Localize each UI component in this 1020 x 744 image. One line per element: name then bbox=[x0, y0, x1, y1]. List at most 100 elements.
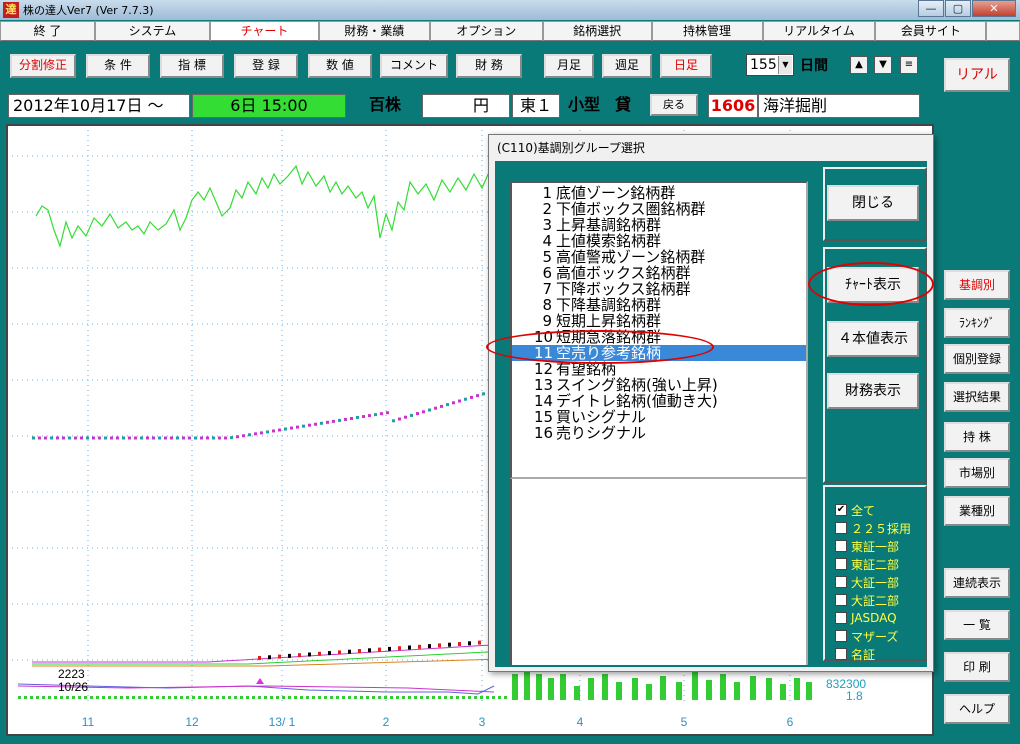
trend-group-button[interactable]: 基調別 bbox=[944, 270, 1010, 300]
menu-system[interactable]: システム bbox=[95, 21, 210, 41]
menu-finance[interactable]: 財務・業績 bbox=[318, 21, 430, 41]
volume-bar bbox=[288, 696, 291, 699]
moving-average-dot bbox=[44, 436, 47, 440]
ranking-button[interactable]: ﾗﾝｷﾝｸﾞ bbox=[944, 308, 1010, 338]
group-list-item[interactable]: 12 有望銘柄 bbox=[512, 361, 806, 377]
list-view-button[interactable]: 一 覧 bbox=[944, 610, 1010, 640]
scroll-up-button[interactable]: ▲ bbox=[850, 56, 868, 74]
minimize-button[interactable]: — bbox=[918, 0, 944, 17]
market-checkbox-item[interactable]: JASDAQ bbox=[835, 609, 897, 627]
candlestick bbox=[298, 653, 301, 658]
group-list-item[interactable]: 15 買いシグナル bbox=[512, 409, 806, 425]
checkbox-unchecked[interactable] bbox=[835, 648, 847, 660]
industry-button[interactable]: 業種別 bbox=[944, 496, 1010, 526]
low-date-label: 10/26 bbox=[58, 680, 88, 694]
back-button[interactable]: 戻る bbox=[650, 94, 698, 116]
dialog-close-button[interactable]: 閉じる bbox=[827, 185, 919, 221]
indicator-button[interactable]: 指 標 bbox=[160, 54, 224, 78]
checkbox-unchecked[interactable] bbox=[835, 558, 847, 570]
individual-register-button[interactable]: 個別登録 bbox=[944, 344, 1010, 374]
checkbox-unchecked[interactable] bbox=[835, 576, 847, 588]
print-button[interactable]: 印 刷 bbox=[944, 652, 1010, 682]
volume-bar bbox=[438, 696, 441, 699]
candlestick bbox=[418, 644, 421, 649]
group-number: 6 bbox=[542, 264, 552, 282]
volume-bar bbox=[536, 674, 542, 700]
finance-display-button[interactable]: 財務表示 bbox=[827, 373, 919, 409]
menu-stock-select[interactable]: 銘柄選択 bbox=[542, 21, 652, 41]
checkbox-unchecked[interactable] bbox=[835, 612, 847, 624]
daily-button[interactable]: 日足 bbox=[660, 54, 712, 78]
group-list-item[interactable]: 16 売りシグナル bbox=[512, 425, 806, 441]
checkbox-unchecked[interactable] bbox=[835, 540, 847, 552]
period-select[interactable]: 155 ▼ bbox=[746, 54, 794, 76]
volume-bar bbox=[96, 696, 99, 699]
menu-member-site[interactable]: 会員サイト bbox=[875, 21, 987, 41]
candlestick bbox=[258, 656, 261, 660]
group-list[interactable]: 1 底値ゾーン銘柄群 2 下値ボックス圏銘柄群 3 上昇基調銘柄群 4 上値模索銘柄群 5 高値警… bbox=[510, 181, 808, 479]
market-checkbox-item[interactable]: マザーズ bbox=[835, 627, 898, 645]
group-list-item[interactable]: 13 スイング銘柄(強い上昇) bbox=[512, 377, 806, 393]
menu-holdings[interactable]: 持株管理 bbox=[651, 21, 763, 41]
value-button[interactable]: 数 値 bbox=[308, 54, 372, 78]
checkbox-unchecked[interactable] bbox=[835, 522, 847, 534]
holdings-button[interactable]: 持 株 bbox=[944, 422, 1010, 452]
group-list-item[interactable]: 2 下値ボックス圏銘柄群 bbox=[512, 201, 806, 217]
group-list-item[interactable]: 7 下降ボックス銘柄群 bbox=[512, 281, 806, 297]
group-list-item[interactable]: 4 上値模索銘柄群 bbox=[512, 233, 806, 249]
currency-select[interactable]: 円 bbox=[422, 94, 510, 118]
volume-bar bbox=[162, 696, 165, 699]
checkbox-checked[interactable]: ✔ bbox=[835, 504, 847, 516]
comment-button[interactable]: コメント bbox=[380, 54, 448, 78]
volume-bar bbox=[174, 696, 177, 699]
group-list-item[interactable]: 14 デイトレ銘柄(値動き大) bbox=[512, 393, 806, 409]
group-list-item[interactable]: 6 高値ボックス銘柄群 bbox=[512, 265, 806, 281]
realtime-button[interactable]: リアル bbox=[944, 58, 1010, 92]
weekly-button[interactable]: 週足 bbox=[602, 54, 652, 78]
market-checkbox-item[interactable]: 東証一部 bbox=[835, 537, 899, 555]
size-label: 小型 bbox=[567, 95, 600, 114]
market-checkbox-item[interactable]: 東証二部 bbox=[835, 555, 899, 573]
four-value-display-button[interactable]: ４本値表示 bbox=[827, 321, 919, 357]
group-number: 15 bbox=[534, 408, 554, 426]
menu-list-button[interactable]: ≡ bbox=[900, 56, 918, 74]
menu-realtime[interactable]: リアルタイム bbox=[762, 21, 876, 41]
checkbox-unchecked[interactable] bbox=[835, 630, 847, 642]
volume-bar bbox=[60, 696, 63, 699]
market-checkbox-item[interactable]: ✔ 全て bbox=[835, 501, 875, 519]
moving-average-dot bbox=[80, 436, 83, 440]
volume-bar bbox=[414, 696, 417, 699]
split-adjust-button[interactable]: 分割修正 bbox=[10, 54, 76, 78]
market-checkbox-item[interactable]: 大証二部 bbox=[835, 591, 899, 609]
moving-average-dot bbox=[368, 414, 371, 418]
market-checkbox-item[interactable]: ２２５採用 bbox=[835, 519, 911, 537]
finance-button[interactable]: 財 務 bbox=[456, 54, 522, 78]
checkbox-unchecked[interactable] bbox=[835, 594, 847, 606]
menu-exit[interactable]: 終 了 bbox=[0, 21, 96, 41]
help-button[interactable]: ヘルプ bbox=[944, 694, 1010, 724]
market-checkbox-item[interactable]: 大証一部 bbox=[835, 573, 899, 591]
market-filter-button[interactable]: 市場別 bbox=[944, 458, 1010, 488]
close-button[interactable]: ✕ bbox=[972, 0, 1016, 17]
condition-button[interactable]: 条 件 bbox=[86, 54, 150, 78]
market-checkbox-item[interactable]: 名証 bbox=[835, 645, 875, 663]
menu-chart[interactable]: チャート bbox=[209, 21, 319, 41]
volume-bar bbox=[420, 696, 423, 699]
group-list-item[interactable]: 8 下降基調銘柄群 bbox=[512, 297, 806, 313]
continuous-view-button[interactable]: 連続表示 bbox=[944, 568, 1010, 598]
group-list-item[interactable]: 9 短期上昇銘柄群 bbox=[512, 313, 806, 329]
group-list-item[interactable]: 1 底値ゾーン銘柄群 bbox=[512, 185, 806, 201]
selection-result-button[interactable]: 選択結果 bbox=[944, 382, 1010, 412]
volume-bar bbox=[480, 696, 483, 699]
date-range: 2012年10月17日 ～ bbox=[8, 94, 190, 118]
maximize-button[interactable]: ▢ bbox=[945, 0, 971, 17]
chevron-down-icon[interactable]: ▼ bbox=[778, 56, 792, 74]
register-button[interactable]: 登 録 bbox=[234, 54, 298, 78]
menu-option[interactable]: オプション bbox=[429, 21, 543, 41]
group-list-item[interactable]: 5 高値警戒ゾーン銘柄群 bbox=[512, 249, 806, 265]
group-list-item[interactable]: 3 上昇基調銘柄群 bbox=[512, 217, 806, 233]
x-axis-tick-label: 11 bbox=[82, 715, 95, 729]
scroll-down-button[interactable]: ▼ bbox=[874, 56, 892, 74]
monthly-button[interactable]: 月足 bbox=[544, 54, 594, 78]
group-number: 8 bbox=[542, 296, 552, 314]
